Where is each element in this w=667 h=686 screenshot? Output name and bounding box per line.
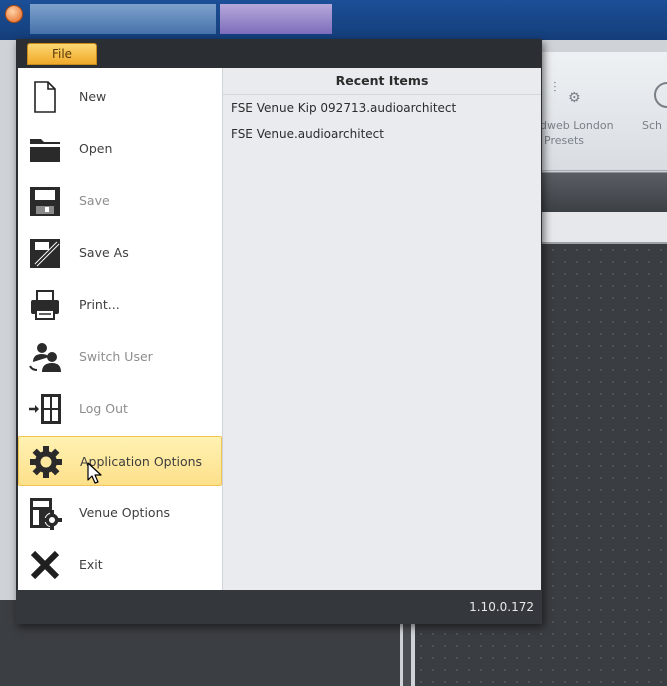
menu-item-exit[interactable]: Exit <box>18 540 222 590</box>
menu-item-switch-user[interactable]: Switch User <box>18 332 222 382</box>
menu-item-label: Exit <box>79 557 103 572</box>
recent-item[interactable]: FSE Venue Kip 092713.audioarchitect <box>223 95 541 121</box>
toolbar-strip <box>540 172 667 213</box>
file-menu-list: New Open Save Save As Print... Switch Us… <box>18 68 222 590</box>
menu-item-label: Open <box>79 141 113 156</box>
menu-item-log-out[interactable]: Log Out <box>18 384 222 434</box>
open-folder-icon <box>30 139 60 162</box>
save-disk-icon <box>30 187 60 216</box>
title-bar-tab[interactable] <box>30 4 216 34</box>
window-title-bar <box>0 0 667 40</box>
menu-item-label: Print... <box>79 297 120 312</box>
recent-items-panel: Recent Items FSE Venue Kip 092713.audioa… <box>222 68 541 590</box>
menu-item-venue-options[interactable]: Venue Options <box>18 488 222 538</box>
ribbon-button-label[interactable]: dweb London <box>540 119 614 132</box>
menu-item-save[interactable]: Save <box>18 176 222 226</box>
menu-item-label: New <box>79 89 107 104</box>
menu-item-print[interactable]: Print... <box>18 280 222 330</box>
menu-item-save-as[interactable]: Save As <box>18 228 222 278</box>
log-out-icon <box>29 394 61 424</box>
menu-item-open[interactable]: Open <box>18 124 222 174</box>
title-bar-tab-active[interactable] <box>220 4 332 34</box>
menu-item-new[interactable]: New <box>18 72 222 122</box>
new-document-icon <box>34 81 56 113</box>
ribbon-group <box>540 52 667 171</box>
menu-item-label: Log Out <box>79 401 128 416</box>
printer-icon <box>31 290 59 320</box>
menu-item-application-options[interactable]: Application Options <box>18 436 222 486</box>
file-menu-footer: 1.10.0.172 <box>16 590 542 624</box>
file-menu: File New Open Save Save As Print... Swit… <box>16 39 542 624</box>
recent-item[interactable]: FSE Venue.audioarchitect <box>223 121 541 147</box>
exit-x-icon <box>30 550 60 580</box>
app-logo-icon[interactable] <box>5 5 23 23</box>
ribbon-button-label[interactable]: Sch <box>642 119 662 132</box>
menu-item-label: Venue Options <box>79 505 171 520</box>
save-as-icon <box>30 239 60 268</box>
version-label: 1.10.0.172 <box>469 600 534 614</box>
gear-icon[interactable]: ⚙ <box>568 90 581 106</box>
tab-strip <box>540 212 667 244</box>
mouse-cursor-icon <box>87 462 102 484</box>
recent-items-header: Recent Items <box>223 68 541 95</box>
file-tab[interactable]: File <box>27 43 97 65</box>
venue-options-icon <box>30 498 62 530</box>
menu-item-label: Save As <box>79 245 129 260</box>
gear-icon <box>30 446 62 478</box>
menu-item-label: Save <box>79 193 110 208</box>
menu-item-label: Switch User <box>79 349 153 364</box>
switch-user-icon <box>29 343 61 372</box>
ribbon-button-label[interactable]: Presets <box>544 134 584 147</box>
sliders-icon[interactable]: ⫶ <box>553 80 557 96</box>
